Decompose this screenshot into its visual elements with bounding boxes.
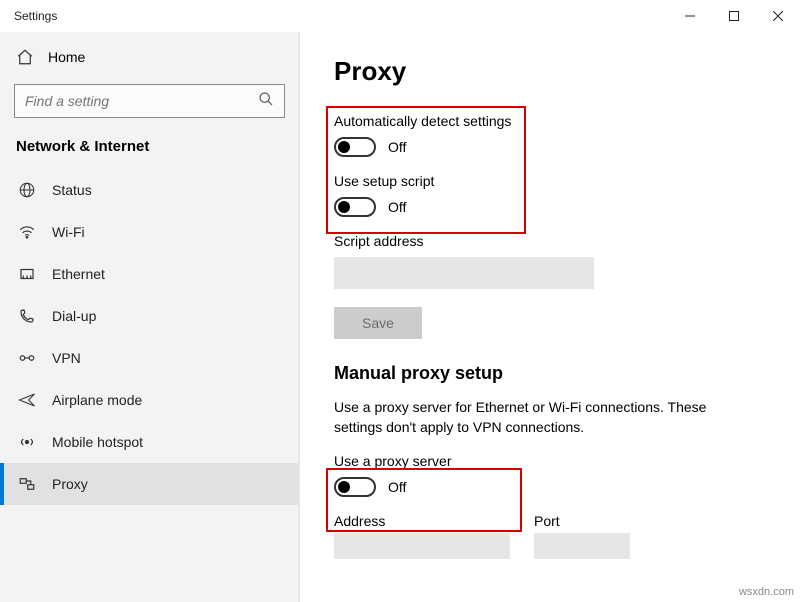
sidebar-item-label: Airplane mode: [52, 392, 142, 408]
auto-detect-label: Automatically detect settings: [334, 113, 780, 129]
sidebar-item-label: Ethernet: [52, 266, 105, 282]
use-script-toggle[interactable]: [334, 197, 376, 217]
wifi-icon: [18, 223, 36, 241]
use-proxy-label: Use a proxy server: [334, 453, 780, 469]
sidebar-item-label: VPN: [52, 350, 81, 366]
home-nav[interactable]: Home: [0, 38, 299, 76]
minimize-button[interactable]: [668, 0, 712, 32]
app-title: Settings: [14, 9, 57, 23]
auto-detect-state: Off: [388, 139, 406, 155]
search-box[interactable]: [14, 84, 285, 118]
use-proxy-state: Off: [388, 479, 406, 495]
sidebar-item-label: Wi-Fi: [52, 224, 85, 240]
sidebar: Home Network & Internet Status Wi-Fi: [0, 32, 300, 602]
script-address-label: Script address: [334, 233, 780, 249]
script-address-input[interactable]: [334, 257, 594, 289]
home-icon: [16, 48, 34, 66]
globe-icon: [18, 181, 36, 199]
sidebar-item-hotspot[interactable]: Mobile hotspot: [0, 421, 299, 463]
sidebar-item-label: Dial-up: [52, 308, 96, 324]
close-button[interactable]: [756, 0, 800, 32]
search-input[interactable]: [25, 93, 258, 109]
ethernet-icon: [18, 265, 36, 283]
manual-heading: Manual proxy setup: [334, 363, 780, 384]
use-script-state: Off: [388, 199, 406, 215]
address-input[interactable]: [334, 533, 510, 559]
sidebar-item-label: Status: [52, 182, 92, 198]
proxy-icon: [18, 475, 36, 493]
address-label: Address: [334, 513, 510, 529]
airplane-icon: [18, 391, 36, 409]
port-label: Port: [534, 513, 630, 529]
phone-icon: [18, 307, 36, 325]
sidebar-item-label: Mobile hotspot: [52, 434, 143, 450]
page-title: Proxy: [334, 56, 780, 87]
sidebar-item-label: Proxy: [52, 476, 88, 492]
sidebar-item-dialup[interactable]: Dial-up: [0, 295, 299, 337]
sidebar-item-proxy[interactable]: Proxy: [0, 463, 299, 505]
manual-description: Use a proxy server for Ethernet or Wi-Fi…: [334, 398, 754, 437]
use-script-label: Use setup script: [334, 173, 780, 189]
sidebar-item-wifi[interactable]: Wi-Fi: [0, 211, 299, 253]
titlebar: Settings: [0, 0, 800, 32]
category-title: Network & Internet: [0, 132, 299, 169]
sidebar-item-vpn[interactable]: VPN: [0, 337, 299, 379]
vpn-icon: [18, 349, 36, 367]
use-proxy-toggle[interactable]: [334, 477, 376, 497]
content-pane: Proxy Automatically detect settings Off …: [300, 32, 800, 602]
save-button[interactable]: Save: [334, 307, 422, 339]
auto-detect-toggle[interactable]: [334, 137, 376, 157]
sidebar-item-status[interactable]: Status: [0, 169, 299, 211]
search-icon: [258, 91, 274, 112]
hotspot-icon: [18, 433, 36, 451]
sidebar-item-airplane[interactable]: Airplane mode: [0, 379, 299, 421]
port-input[interactable]: [534, 533, 630, 559]
home-label: Home: [48, 49, 85, 65]
sidebar-item-ethernet[interactable]: Ethernet: [0, 253, 299, 295]
watermark: wsxdn.com: [739, 586, 794, 598]
maximize-button[interactable]: [712, 0, 756, 32]
